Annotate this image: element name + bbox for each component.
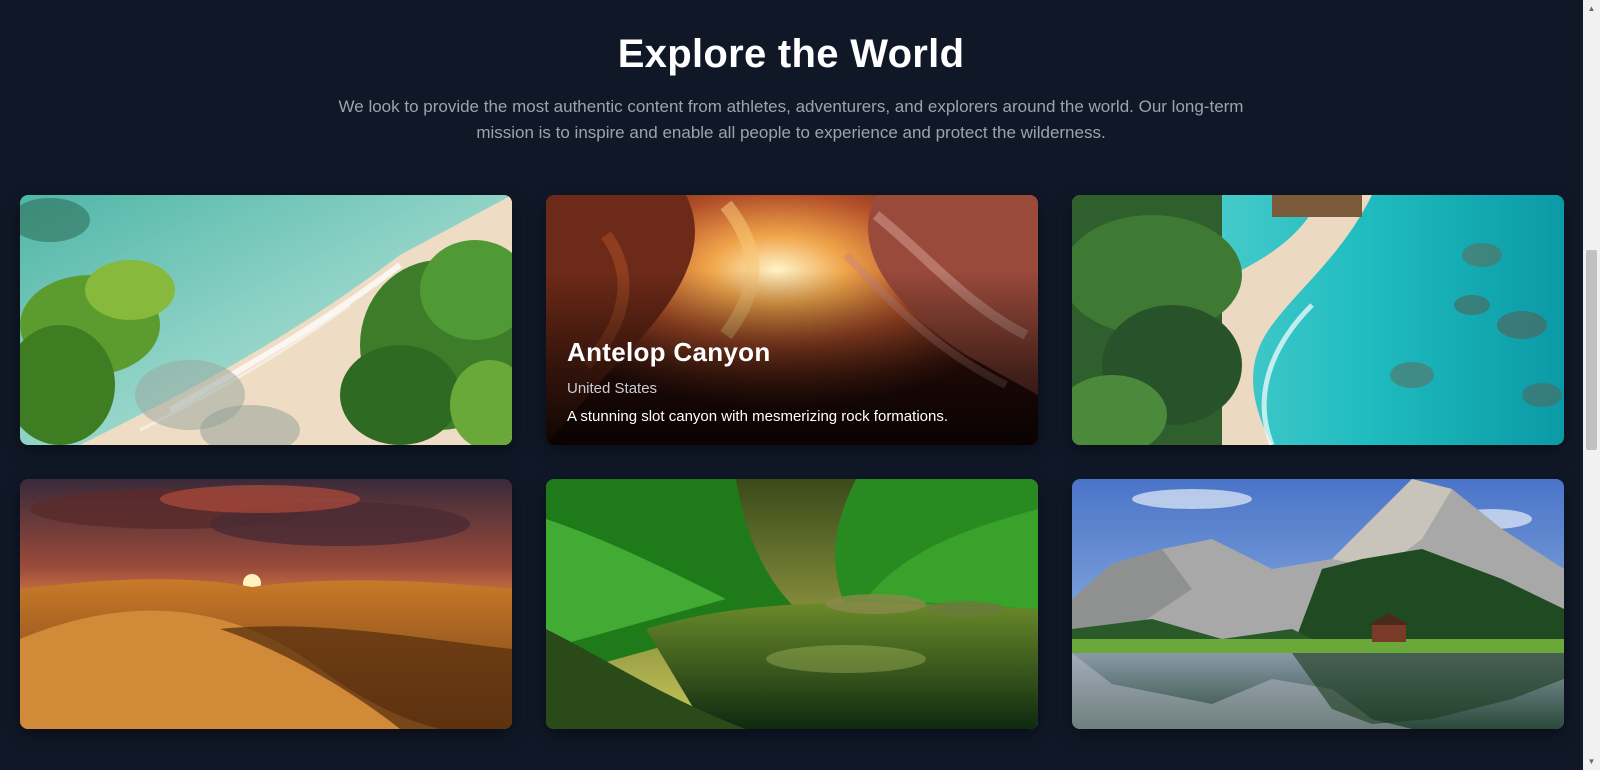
page-title: Explore the World — [617, 32, 965, 76]
lagoon-image — [1072, 195, 1564, 445]
destination-card-desert[interactable] — [20, 479, 512, 729]
arrow-down-icon[interactable]: ▼ — [1583, 753, 1600, 770]
destination-card-alpine[interactable] — [1072, 479, 1564, 729]
page-subtitle: We look to provide the most authentic co… — [338, 97, 1244, 142]
destination-card-beach[interactable] — [20, 195, 512, 445]
beach-image — [20, 195, 512, 445]
destination-card-forest[interactable] — [546, 479, 1038, 729]
vertical-scrollbar[interactable]: ▲ ▼ — [1583, 0, 1600, 770]
card-description: A stunning slot canyon with mesmerizing … — [567, 408, 948, 425]
card-title: Antelop Canyon — [567, 337, 771, 367]
destinations-grid: Antelop Canyon United States A stunning … — [20, 195, 1564, 729]
card-info: Antelop Canyon United States A stunning … — [567, 337, 1018, 425]
destination-card-antelope-canyon[interactable]: Antelop Canyon United States A stunning … — [546, 195, 1038, 445]
desert-image — [20, 479, 512, 729]
forest-image — [546, 479, 1038, 729]
page: Explore the World We look to provide the… — [0, 0, 1600, 770]
arrow-up-icon[interactable]: ▲ — [1583, 0, 1600, 17]
alpine-image — [1072, 479, 1564, 729]
scrollbar-thumb[interactable] — [1586, 250, 1597, 450]
card-location: United States — [567, 380, 658, 397]
destination-card-lagoon[interactable] — [1072, 195, 1564, 445]
